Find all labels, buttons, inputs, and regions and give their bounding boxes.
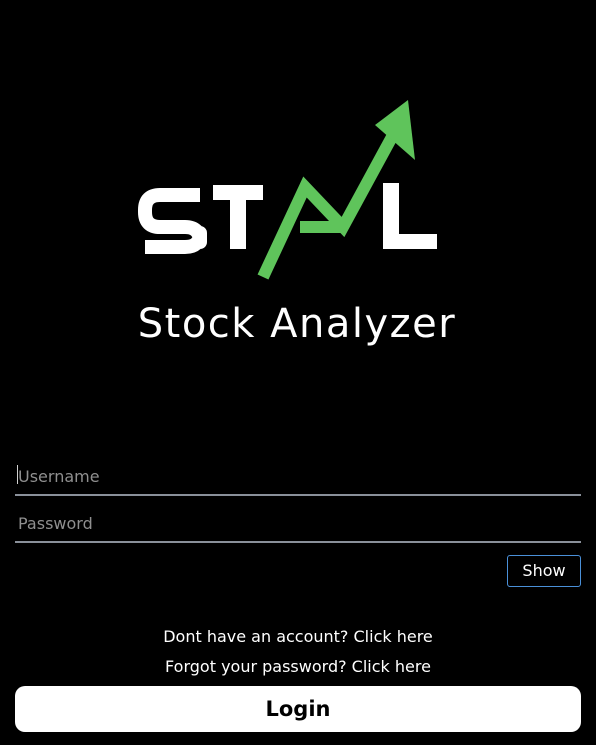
show-password-button[interactable]: Show [507,555,581,587]
login-button[interactable]: Login [15,686,581,732]
signup-link[interactable]: Dont have an account? Click here [0,627,596,646]
text-cursor [17,465,18,484]
password-field-container [15,505,581,543]
username-field-container [15,458,581,496]
logo-tagline: Stock Analyzer [138,301,456,347]
forgot-password-link[interactable]: Forgot your password? Click here [0,657,596,676]
stock-up-arrow-icon: Stock Analyzer [138,100,456,347]
password-input[interactable] [15,505,581,541]
username-input[interactable] [15,458,581,494]
app-logo: Stock Analyzer [125,95,475,355]
